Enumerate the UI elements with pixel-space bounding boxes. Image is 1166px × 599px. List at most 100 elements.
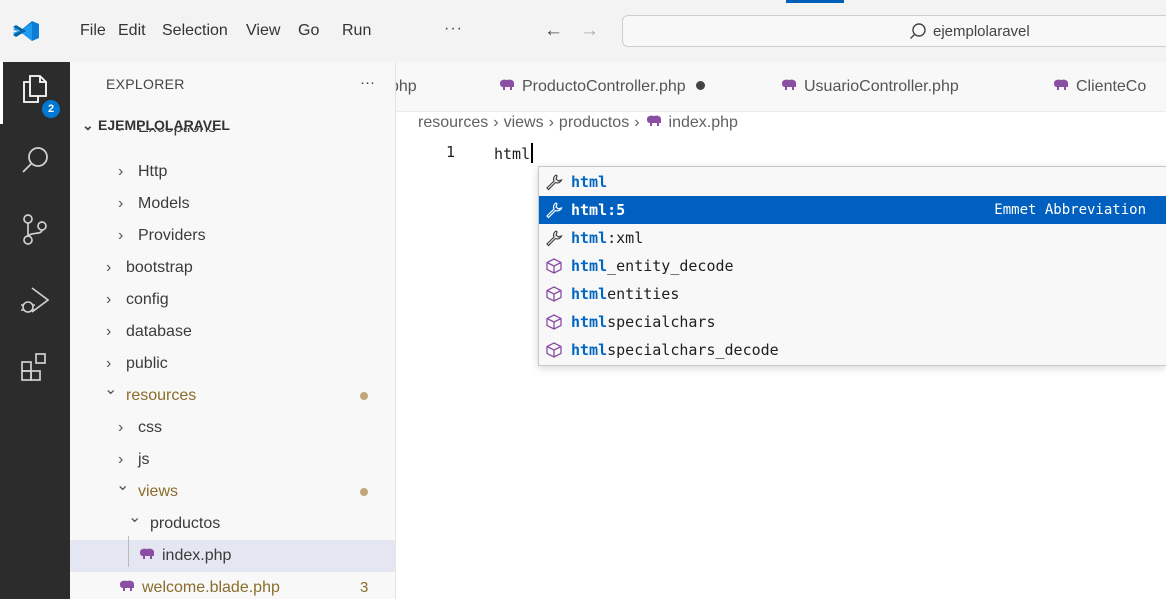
suggestion-item[interactable]: html <box>539 168 1166 196</box>
suggestion-match: html <box>571 229 608 247</box>
tree-folder-bootstrap[interactable]: › bootstrap <box>70 252 395 284</box>
tree-label: Providers <box>138 227 206 244</box>
tree-file-label-wrap: welcome.blade.php <box>118 572 280 599</box>
explorer-title: EXPLORER <box>106 76 185 92</box>
text-cursor <box>531 143 534 163</box>
run-debug-icon[interactable] <box>18 284 52 318</box>
suggestion-match: html <box>571 285 608 303</box>
tree-label: bootstrap <box>126 259 193 276</box>
breadcrumb-item[interactable]: views <box>504 114 544 131</box>
tree-label: Exceptions <box>138 128 216 138</box>
tree-folder-css[interactable]: › css <box>70 412 395 444</box>
tab-cliente-controller[interactable]: ClienteCo <box>1052 62 1146 111</box>
chevron-right-icon: › <box>493 114 499 131</box>
tree-folder-models[interactable]: › Models <box>70 188 395 220</box>
cube-icon <box>546 342 562 358</box>
chevron-right-icon: › <box>548 114 554 131</box>
tree-label: resources <box>126 387 197 404</box>
tree-file-welcome-blade[interactable]: welcome.blade.php 3 <box>70 572 395 599</box>
tree-folder-config[interactable]: › config <box>70 284 395 316</box>
chevron-right-icon: › <box>634 114 640 131</box>
tree-label: css <box>138 419 162 436</box>
chevron-right-icon: › <box>118 128 123 138</box>
tree-label: views <box>138 483 179 500</box>
suggestion-item[interactable]: htmlspecialchars <box>539 308 1166 336</box>
suggestion-rest: specialchars <box>607 313 716 331</box>
explorer-badge: 2 <box>42 100 60 118</box>
menu-run[interactable]: Run <box>342 22 371 40</box>
tree-folder-productos[interactable]: ⌄ productos <box>70 508 395 540</box>
tab-label: UsuarioController.php <box>804 78 959 95</box>
suggestion-item-selected[interactable]: html:5 Emmet Abbreviation <box>539 196 1166 224</box>
tree-file-index-php[interactable]: index.php <box>70 540 395 572</box>
explorer-more-icon[interactable]: ··· <box>360 74 375 91</box>
tree-label: js <box>138 451 150 468</box>
menu-go[interactable]: Go <box>298 22 319 40</box>
php-elephant-icon <box>781 79 796 90</box>
menu-selection[interactable]: Selection <box>162 22 228 40</box>
breadcrumb: resources › views › productos › index.php <box>418 114 738 132</box>
back-arrow-icon[interactable]: ← <box>544 20 563 42</box>
tab-producto-controller[interactable]: ProductoController.php <box>498 62 705 111</box>
menu-file[interactable]: File <box>80 22 106 40</box>
menu-view[interactable]: View <box>246 22 280 40</box>
suggestion-item[interactable]: html_entity_decode <box>539 252 1166 280</box>
suggestion-detail: Emmet Abbreviation <box>994 202 1146 218</box>
suggestion-item[interactable]: html:xml <box>539 224 1166 252</box>
title-accent-line <box>786 0 844 3</box>
suggestion-rest: :5 <box>607 201 626 219</box>
explorer-sidebar: EXPLORER ··· ⌄EJEMPLOLARAVEL › Exception… <box>70 62 396 599</box>
code-line[interactable]: html <box>494 143 534 163</box>
tree-label: productos <box>150 515 221 532</box>
chevron-right-icon: › <box>106 323 112 340</box>
menu-edit[interactable]: Edit <box>118 22 146 40</box>
tree-label: config <box>126 291 169 308</box>
breadcrumb-item[interactable]: index.php <box>669 114 738 131</box>
search-view-icon[interactable] <box>18 144 52 178</box>
suggestion-rest: specialchars_decode <box>607 341 779 359</box>
search-icon <box>910 23 926 39</box>
modified-dot <box>360 488 368 496</box>
php-elephant-icon <box>139 548 154 559</box>
php-elephant-icon <box>1053 79 1068 90</box>
suggestion-rest: entities <box>607 285 680 303</box>
tree-folder-views[interactable]: ⌄ views <box>70 476 395 508</box>
activity-bar: 2 <box>0 62 70 599</box>
command-center-search[interactable]: ejemplolaravel <box>622 15 1166 47</box>
unsaved-dot[interactable] <box>695 81 705 90</box>
tab-partial[interactable]: php <box>396 62 417 111</box>
suggestion-match: html <box>571 313 608 331</box>
chevron-right-icon: › <box>118 419 124 436</box>
wrench-icon <box>546 174 563 191</box>
tree-label: public <box>126 355 168 372</box>
cube-icon <box>546 314 562 330</box>
tree-label: Models <box>138 195 190 212</box>
tree-folder-public[interactable]: › public <box>70 348 395 380</box>
forward-arrow-icon[interactable]: → <box>580 20 599 42</box>
wrench-icon <box>546 230 563 247</box>
tab-usuario-controller[interactable]: UsuarioController.php <box>780 62 959 111</box>
tree-folder-providers[interactable]: › Providers <box>70 220 395 252</box>
chevron-right-icon: › <box>118 227 124 244</box>
extensions-icon[interactable] <box>18 350 52 384</box>
tree-file-label-wrap: index.php <box>138 540 231 572</box>
tree-folder-database[interactable]: › database <box>70 316 395 348</box>
tree-label: welcome.blade.php <box>142 579 280 596</box>
chevron-right-icon: › <box>118 163 124 180</box>
tree-folder-exceptions[interactable]: › Exceptions <box>70 128 395 148</box>
tree-folder-http[interactable]: › Http <box>70 156 395 188</box>
tree-folder-resources[interactable]: ⌄ resources <box>70 380 395 412</box>
tree-label: database <box>126 323 192 340</box>
chevron-down-icon: ⌄ <box>116 477 130 494</box>
more-menu-icon[interactable]: ··· <box>444 20 463 38</box>
source-control-icon[interactable] <box>18 212 52 246</box>
breadcrumb-item[interactable]: resources <box>418 114 488 131</box>
chevron-right-icon: › <box>118 195 124 212</box>
suggestion-match: html <box>571 201 608 219</box>
suggestion-item[interactable]: htmlentities <box>539 280 1166 308</box>
tab-label: ProductoController.php <box>522 78 686 95</box>
breadcrumb-item[interactable]: productos <box>559 114 629 131</box>
suggestion-item[interactable]: htmlspecialchars_decode <box>539 336 1166 364</box>
active-view-indicator <box>0 62 3 124</box>
tab-label: php <box>396 78 417 95</box>
